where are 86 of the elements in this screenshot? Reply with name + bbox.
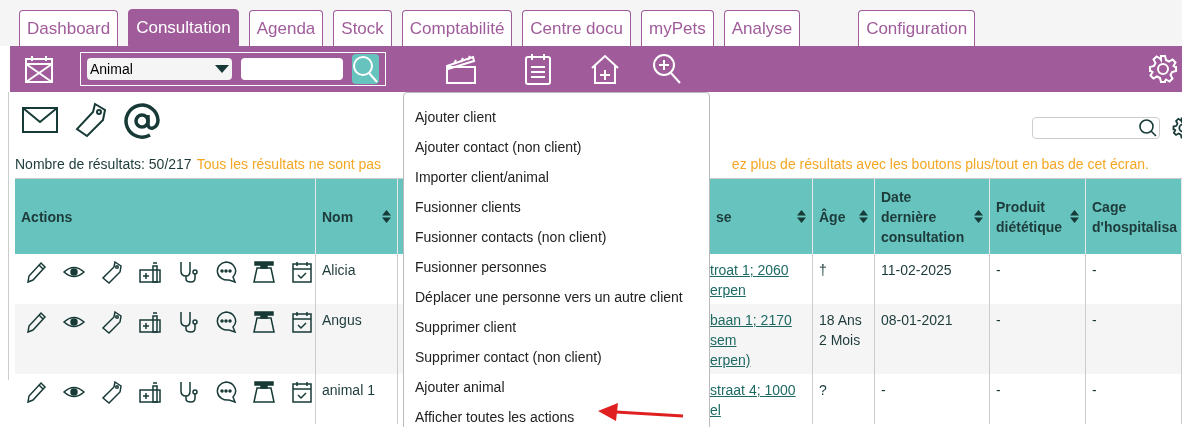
- search-icon: [352, 55, 379, 83]
- quick-search-field[interactable]: [1032, 117, 1160, 139]
- menu-item[interactable]: Ajouter client: [404, 102, 709, 132]
- chat-bubble-icon[interactable]: [214, 310, 238, 334]
- tab[interactable]: Dashboard: [19, 10, 119, 46]
- search-field[interactable]: [240, 58, 343, 80]
- tab[interactable]: Agenda: [248, 10, 324, 46]
- search-button[interactable]: [351, 54, 379, 84]
- at-sign-icon[interactable]: [124, 103, 160, 139]
- dropdown-value: Animal: [90, 59, 133, 79]
- menu-item[interactable]: Fusionner personnes: [404, 252, 709, 282]
- medicine-kit-icon[interactable]: [138, 260, 162, 284]
- house-plus-icon[interactable]: [590, 54, 620, 84]
- caret-icon: [214, 65, 229, 73]
- table-cell-text: Angus: [322, 311, 362, 330]
- sort-icon[interactable]: [797, 210, 806, 223]
- tag-icon[interactable]: [100, 310, 124, 334]
- scale-icon[interactable]: [252, 260, 276, 284]
- menu-item[interactable]: Afficher toutes les actions: [404, 402, 709, 427]
- clapperboard-icon[interactable]: [446, 54, 476, 84]
- clipboard-icon[interactable]: [525, 53, 551, 85]
- pencil-icon[interactable]: [24, 260, 48, 284]
- table-cell-text: -: [1092, 261, 1097, 280]
- column-header: Cage d'hospitalisa: [1092, 197, 1177, 237]
- menu-item[interactable]: Déplacer une personne vers un autre client: [404, 282, 709, 312]
- column-header: Date dernière consultation: [881, 187, 965, 247]
- tab[interactable]: Configuration: [858, 10, 976, 46]
- menu-item[interactable]: Supprimer contact (non client): [404, 342, 709, 372]
- tab[interactable]: Comptabilité: [401, 10, 513, 46]
- sort-icon[interactable]: [974, 210, 983, 223]
- table-cell-text: -: [996, 261, 1001, 280]
- results-warning: Tous les résultats ne sont pas: [196, 154, 382, 174]
- results-warning: ez plus de résultats avec les boutons plus/tout en bas de cet écran.: [731, 154, 1149, 174]
- table-cell-text: -: [996, 311, 1001, 330]
- column-header: Actions: [21, 207, 73, 227]
- table-cell-text: Alicia: [322, 261, 356, 280]
- result-count: Nombre de résultats: 50/217: [15, 154, 192, 174]
- table-cell-text: -: [996, 381, 1001, 400]
- sort-icon[interactable]: [1070, 210, 1079, 223]
- address-link[interactable]: troat 1; 2060 erpen: [710, 260, 789, 300]
- tab[interactable]: myPets: [640, 10, 714, 46]
- pencil-icon[interactable]: [24, 380, 48, 404]
- address-link[interactable]: straat 4; 1000 el: [710, 380, 796, 420]
- table-cell-text: 18 Ans 2 Mois: [819, 311, 862, 350]
- sort-icon[interactable]: [382, 210, 391, 223]
- calendar-x-icon[interactable]: [24, 54, 54, 84]
- menu-item[interactable]: Fusionner contacts (non client): [404, 222, 709, 252]
- menu-item[interactable]: Fusionner clients: [404, 192, 709, 222]
- menu-item[interactable]: Supprimer client: [404, 312, 709, 342]
- table-cell-text: †: [819, 261, 827, 280]
- search-icon: [1139, 119, 1157, 137]
- tag-icon[interactable]: [100, 380, 124, 404]
- menu-item[interactable]: Ajouter contact (non client): [404, 132, 709, 162]
- scale-icon[interactable]: [252, 310, 276, 334]
- table-cell-text: 11-02-2025: [881, 261, 952, 280]
- pencil-icon[interactable]: [24, 310, 48, 334]
- medicine-kit-icon[interactable]: [138, 380, 162, 404]
- table-cell-text: animal 1: [322, 381, 375, 400]
- column-header: Produit diététique: [996, 197, 1063, 237]
- tag-icon[interactable]: [100, 260, 124, 284]
- table-cell-text: 08-01-2021: [881, 311, 953, 330]
- menu-item[interactable]: Ajouter animal: [404, 372, 709, 402]
- tab[interactable]: Consultation: [128, 9, 239, 46]
- column-header: se: [716, 207, 732, 227]
- scale-icon[interactable]: [252, 380, 276, 404]
- zoom-in-icon[interactable]: [652, 53, 682, 85]
- sort-icon[interactable]: [859, 210, 868, 223]
- table-cell-text: -: [1092, 311, 1097, 330]
- table-cell-text: -: [1092, 381, 1097, 400]
- chat-bubble-icon[interactable]: [214, 260, 238, 284]
- calendar-check-icon[interactable]: [290, 380, 314, 404]
- menu-item[interactable]: Importer client/animal: [404, 162, 709, 192]
- medicine-kit-icon[interactable]: [138, 310, 162, 334]
- chat-bubble-icon[interactable]: [214, 380, 238, 404]
- calendar-check-icon[interactable]: [290, 260, 314, 284]
- tab[interactable]: Stock: [333, 10, 392, 46]
- table-cell-text: -: [881, 381, 886, 400]
- column-header: Âge: [819, 207, 846, 227]
- tag-icon[interactable]: [75, 102, 107, 138]
- column-header: Nom: [322, 207, 354, 227]
- mail-icon[interactable]: [22, 105, 58, 133]
- search-type-dropdown[interactable]: Animal: [87, 58, 232, 80]
- tab[interactable]: Analyse: [723, 10, 801, 46]
- calendar-check-icon[interactable]: [290, 310, 314, 334]
- table-cell-text: ?: [819, 381, 827, 400]
- tab[interactable]: Centre docu: [522, 10, 631, 46]
